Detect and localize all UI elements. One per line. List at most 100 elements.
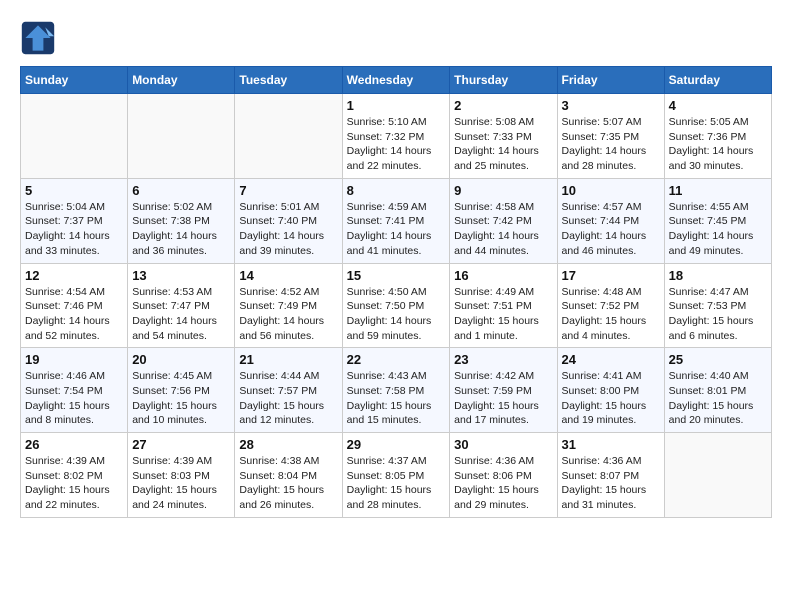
weekday-header-wednesday: Wednesday [342,67,450,94]
sunrise: Sunrise: 4:37 AM [347,455,427,467]
daylight: Daylight: 14 hours and 56 minutes. [239,315,324,342]
calendar-cell: 9 Sunrise: 4:58 AM Sunset: 7:42 PM Dayli… [450,178,557,263]
page-header [20,20,772,56]
day-number: 14 [239,268,337,283]
sunrise: Sunrise: 4:49 AM [454,286,534,298]
daylight: Daylight: 15 hours and 28 minutes. [347,484,432,511]
calendar-cell: 26 Sunrise: 4:39 AM Sunset: 8:02 PM Dayl… [21,433,128,518]
daylight: Daylight: 15 hours and 29 minutes. [454,484,539,511]
calendar-cell: 6 Sunrise: 5:02 AM Sunset: 7:38 PM Dayli… [128,178,235,263]
day-info: Sunrise: 5:04 AM Sunset: 7:37 PM Dayligh… [25,200,123,259]
sunset: Sunset: 7:49 PM [239,300,317,312]
day-info: Sunrise: 4:36 AM Sunset: 8:06 PM Dayligh… [454,454,552,513]
calendar-cell: 17 Sunrise: 4:48 AM Sunset: 7:52 PM Dayl… [557,263,664,348]
sunset: Sunset: 7:56 PM [132,385,210,397]
sunset: Sunset: 7:40 PM [239,215,317,227]
calendar-cell: 10 Sunrise: 4:57 AM Sunset: 7:44 PM Dayl… [557,178,664,263]
day-info: Sunrise: 4:48 AM Sunset: 7:52 PM Dayligh… [562,285,660,344]
calendar-cell: 27 Sunrise: 4:39 AM Sunset: 8:03 PM Dayl… [128,433,235,518]
weekday-header-sunday: Sunday [21,67,128,94]
daylight: Daylight: 15 hours and 6 minutes. [669,315,754,342]
calendar-cell [664,433,771,518]
sunrise: Sunrise: 4:40 AM [669,370,749,382]
calendar-cell: 28 Sunrise: 4:38 AM Sunset: 8:04 PM Dayl… [235,433,342,518]
calendar-week-3: 12 Sunrise: 4:54 AM Sunset: 7:46 PM Dayl… [21,263,772,348]
sunrise: Sunrise: 4:36 AM [454,455,534,467]
daylight: Daylight: 15 hours and 10 minutes. [132,400,217,427]
day-number: 11 [669,183,767,198]
day-info: Sunrise: 4:44 AM Sunset: 7:57 PM Dayligh… [239,369,337,428]
daylight: Daylight: 15 hours and 4 minutes. [562,315,647,342]
day-number: 18 [669,268,767,283]
day-number: 25 [669,352,767,367]
sunset: Sunset: 7:45 PM [669,215,747,227]
sunrise: Sunrise: 4:47 AM [669,286,749,298]
daylight: Daylight: 14 hours and 44 minutes. [454,230,539,257]
sunset: Sunset: 7:36 PM [669,131,747,143]
day-info: Sunrise: 4:47 AM Sunset: 7:53 PM Dayligh… [669,285,767,344]
calendar-cell: 31 Sunrise: 4:36 AM Sunset: 8:07 PM Dayl… [557,433,664,518]
daylight: Daylight: 14 hours and 41 minutes. [347,230,432,257]
sunrise: Sunrise: 5:04 AM [25,201,105,213]
sunrise: Sunrise: 4:55 AM [669,201,749,213]
daylight: Daylight: 14 hours and 28 minutes. [562,145,647,172]
sunrise: Sunrise: 4:46 AM [25,370,105,382]
daylight: Daylight: 14 hours and 22 minutes. [347,145,432,172]
daylight: Daylight: 14 hours and 46 minutes. [562,230,647,257]
day-number: 24 [562,352,660,367]
sunrise: Sunrise: 5:02 AM [132,201,212,213]
sunrise: Sunrise: 4:58 AM [454,201,534,213]
day-number: 21 [239,352,337,367]
calendar-cell: 2 Sunrise: 5:08 AM Sunset: 7:33 PM Dayli… [450,94,557,179]
calendar-cell: 21 Sunrise: 4:44 AM Sunset: 7:57 PM Dayl… [235,348,342,433]
sunrise: Sunrise: 4:39 AM [25,455,105,467]
calendar-week-1: 1 Sunrise: 5:10 AM Sunset: 7:32 PM Dayli… [21,94,772,179]
sunrise: Sunrise: 4:44 AM [239,370,319,382]
daylight: Daylight: 15 hours and 26 minutes. [239,484,324,511]
calendar-cell: 24 Sunrise: 4:41 AM Sunset: 8:00 PM Dayl… [557,348,664,433]
sunset: Sunset: 7:33 PM [454,131,532,143]
day-info: Sunrise: 4:57 AM Sunset: 7:44 PM Dayligh… [562,200,660,259]
calendar-week-4: 19 Sunrise: 4:46 AM Sunset: 7:54 PM Dayl… [21,348,772,433]
sunset: Sunset: 7:38 PM [132,215,210,227]
daylight: Daylight: 15 hours and 20 minutes. [669,400,754,427]
day-number: 12 [25,268,123,283]
day-info: Sunrise: 4:59 AM Sunset: 7:41 PM Dayligh… [347,200,446,259]
sunset: Sunset: 8:07 PM [562,470,640,482]
sunrise: Sunrise: 4:36 AM [562,455,642,467]
day-number: 29 [347,437,446,452]
sunset: Sunset: 8:01 PM [669,385,747,397]
sunrise: Sunrise: 4:50 AM [347,286,427,298]
day-number: 1 [347,98,446,113]
calendar-cell [128,94,235,179]
day-info: Sunrise: 4:41 AM Sunset: 8:00 PM Dayligh… [562,369,660,428]
sunrise: Sunrise: 5:10 AM [347,116,427,128]
day-number: 30 [454,437,552,452]
sunset: Sunset: 8:06 PM [454,470,532,482]
day-info: Sunrise: 4:45 AM Sunset: 7:56 PM Dayligh… [132,369,230,428]
day-number: 10 [562,183,660,198]
calendar-cell: 23 Sunrise: 4:42 AM Sunset: 7:59 PM Dayl… [450,348,557,433]
day-info: Sunrise: 4:42 AM Sunset: 7:59 PM Dayligh… [454,369,552,428]
sunset: Sunset: 8:05 PM [347,470,425,482]
sunset: Sunset: 7:35 PM [562,131,640,143]
day-number: 16 [454,268,552,283]
day-number: 5 [25,183,123,198]
calendar-cell: 11 Sunrise: 4:55 AM Sunset: 7:45 PM Dayl… [664,178,771,263]
day-info: Sunrise: 5:05 AM Sunset: 7:36 PM Dayligh… [669,115,767,174]
sunrise: Sunrise: 5:08 AM [454,116,534,128]
sunrise: Sunrise: 4:52 AM [239,286,319,298]
day-number: 7 [239,183,337,198]
calendar-cell: 22 Sunrise: 4:43 AM Sunset: 7:58 PM Dayl… [342,348,450,433]
logo [20,20,62,56]
sunset: Sunset: 7:52 PM [562,300,640,312]
day-number: 15 [347,268,446,283]
calendar-cell: 3 Sunrise: 5:07 AM Sunset: 7:35 PM Dayli… [557,94,664,179]
calendar-cell: 7 Sunrise: 5:01 AM Sunset: 7:40 PM Dayli… [235,178,342,263]
day-info: Sunrise: 4:49 AM Sunset: 7:51 PM Dayligh… [454,285,552,344]
daylight: Daylight: 15 hours and 8 minutes. [25,400,110,427]
day-info: Sunrise: 4:43 AM Sunset: 7:58 PM Dayligh… [347,369,446,428]
sunset: Sunset: 7:44 PM [562,215,640,227]
sunset: Sunset: 7:51 PM [454,300,532,312]
sunrise: Sunrise: 5:05 AM [669,116,749,128]
